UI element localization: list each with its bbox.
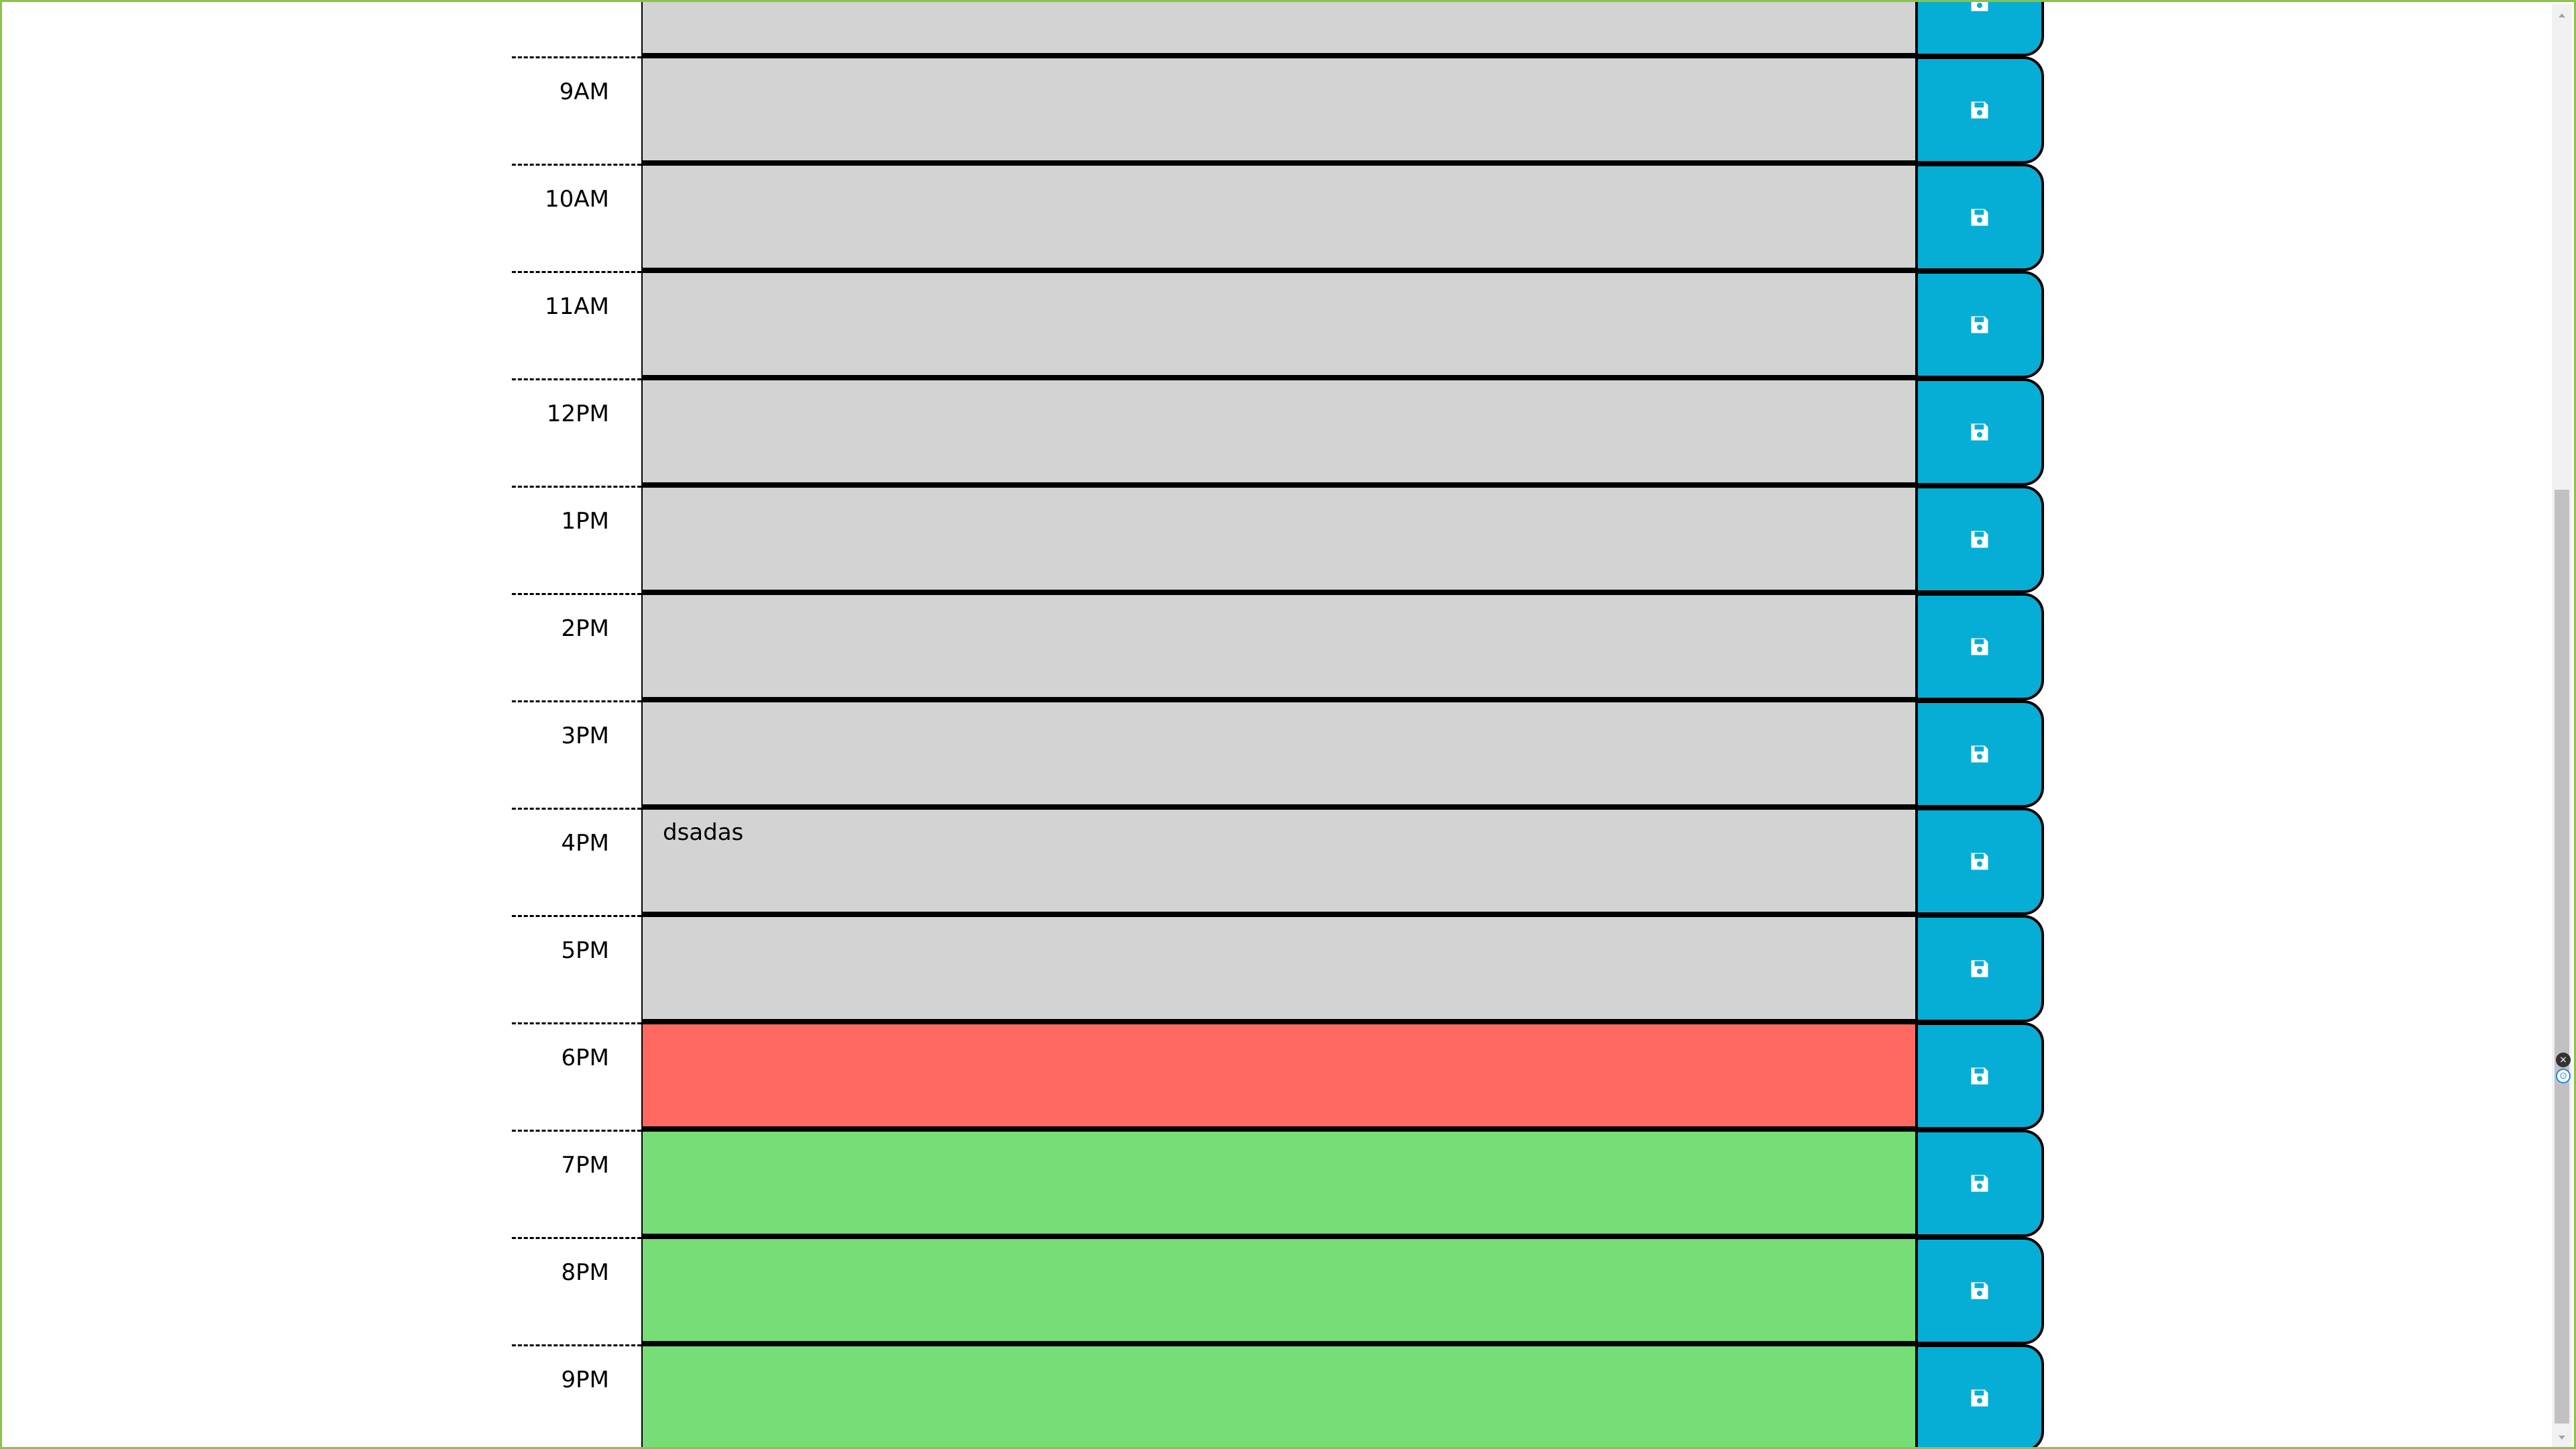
event-description-input[interactable] bbox=[641, 1130, 1916, 1237]
floating-widget: × ⊙ bbox=[2555, 1053, 2571, 1090]
floppy-disk-icon bbox=[1971, 423, 1988, 441]
floppy-disk-icon bbox=[1971, 1282, 1988, 1299]
hour-label: 11AM bbox=[512, 271, 641, 378]
floppy-disk-icon bbox=[1971, 1389, 1988, 1407]
event-description-input[interactable] bbox=[641, 1344, 1916, 1447]
scroll-up-arrow-icon[interactable] bbox=[2552, 4, 2572, 27]
save-button[interactable] bbox=[1915, 1130, 2044, 1237]
hour-label: 1PM bbox=[512, 486, 641, 593]
floppy-disk-icon bbox=[1971, 853, 1988, 870]
browser-viewport: 9AM 10AM 11AM 12PM 1PM 2PM 3PM 4PM dsadas 5PM 6PM 7… bbox=[0, 0, 2576, 1449]
floppy-disk-icon bbox=[1971, 316, 1988, 333]
event-description-input[interactable] bbox=[641, 915, 1916, 1022]
hour-label: 3PM bbox=[512, 700, 641, 808]
event-description-input[interactable]: dsadas bbox=[641, 808, 1916, 915]
time-block-row: 9AM bbox=[512, 56, 2044, 164]
time-block-row: 3PM bbox=[512, 700, 2044, 808]
event-description-input[interactable] bbox=[641, 593, 1916, 700]
floppy-disk-icon bbox=[1971, 960, 1988, 977]
save-button[interactable] bbox=[1915, 808, 2044, 915]
save-button[interactable] bbox=[1915, 1237, 2044, 1344]
vertical-scrollbar[interactable] bbox=[2552, 4, 2572, 1447]
event-description-input[interactable] bbox=[641, 2, 1916, 56]
save-button[interactable] bbox=[1915, 378, 2044, 486]
time-block-row: 12PM bbox=[512, 378, 2044, 486]
save-button[interactable] bbox=[1915, 1022, 2044, 1130]
settings-icon[interactable]: ⊙ bbox=[2556, 1069, 2571, 1083]
time-block-row: 7PM bbox=[512, 1130, 2044, 1237]
time-block-row: 1PM bbox=[512, 486, 2044, 593]
save-button[interactable] bbox=[1915, 593, 2044, 700]
time-block-row: 10AM bbox=[512, 164, 2044, 271]
event-description-input[interactable] bbox=[641, 1237, 1916, 1344]
event-description-input[interactable] bbox=[641, 700, 1916, 808]
event-description-input[interactable] bbox=[641, 271, 1916, 378]
save-button[interactable] bbox=[1915, 915, 2044, 1022]
time-block-row: 11AM bbox=[512, 271, 2044, 378]
time-block-row: 9PM bbox=[512, 1344, 2044, 1447]
hour-label: 10AM bbox=[512, 164, 641, 271]
close-icon[interactable]: × bbox=[2556, 1053, 2571, 1067]
hour-label: 2PM bbox=[512, 593, 641, 700]
hour-label: 8PM bbox=[512, 1237, 641, 1344]
save-button[interactable] bbox=[1915, 56, 2044, 164]
event-description-input[interactable] bbox=[641, 164, 1916, 271]
save-button[interactable] bbox=[1915, 2, 2044, 56]
hour-label: 5PM bbox=[512, 915, 641, 1022]
event-description-input[interactable] bbox=[641, 1022, 1916, 1130]
time-block-row: 4PM dsadas bbox=[512, 808, 2044, 915]
time-block-row bbox=[512, 2, 2044, 56]
floppy-disk-icon bbox=[1971, 1175, 1988, 1192]
hour-label: 4PM bbox=[512, 808, 641, 915]
hour-label: 9AM bbox=[512, 56, 641, 164]
save-button[interactable] bbox=[1915, 1344, 2044, 1447]
event-description-input[interactable] bbox=[641, 486, 1916, 593]
time-block-row: 5PM bbox=[512, 915, 2044, 1022]
hour-label bbox=[512, 2, 641, 56]
time-block-row: 8PM bbox=[512, 1237, 2044, 1344]
floppy-disk-icon bbox=[1971, 531, 1988, 548]
floppy-disk-icon bbox=[1971, 209, 1988, 226]
save-button[interactable] bbox=[1915, 700, 2044, 808]
save-button[interactable] bbox=[1915, 486, 2044, 593]
save-button[interactable] bbox=[1915, 164, 2044, 271]
hour-label: 6PM bbox=[512, 1022, 641, 1130]
scroll-down-arrow-icon[interactable] bbox=[2552, 1426, 2572, 1447]
event-description-input[interactable] bbox=[641, 378, 1916, 486]
floppy-disk-icon bbox=[1971, 638, 1988, 655]
scrollbar-thumb[interactable] bbox=[2555, 490, 2569, 1424]
hour-label: 9PM bbox=[512, 1344, 641, 1447]
hour-label: 12PM bbox=[512, 378, 641, 486]
event-description-input[interactable] bbox=[641, 56, 1916, 164]
floppy-disk-icon bbox=[1971, 2, 1988, 11]
hour-label: 7PM bbox=[512, 1130, 641, 1237]
time-block-row: 2PM bbox=[512, 593, 2044, 700]
floppy-disk-icon bbox=[1971, 1067, 1988, 1085]
floppy-disk-icon bbox=[1971, 745, 1988, 763]
floppy-disk-icon bbox=[1971, 101, 1988, 119]
save-button[interactable] bbox=[1915, 271, 2044, 378]
time-block-row: 6PM bbox=[512, 1022, 2044, 1130]
